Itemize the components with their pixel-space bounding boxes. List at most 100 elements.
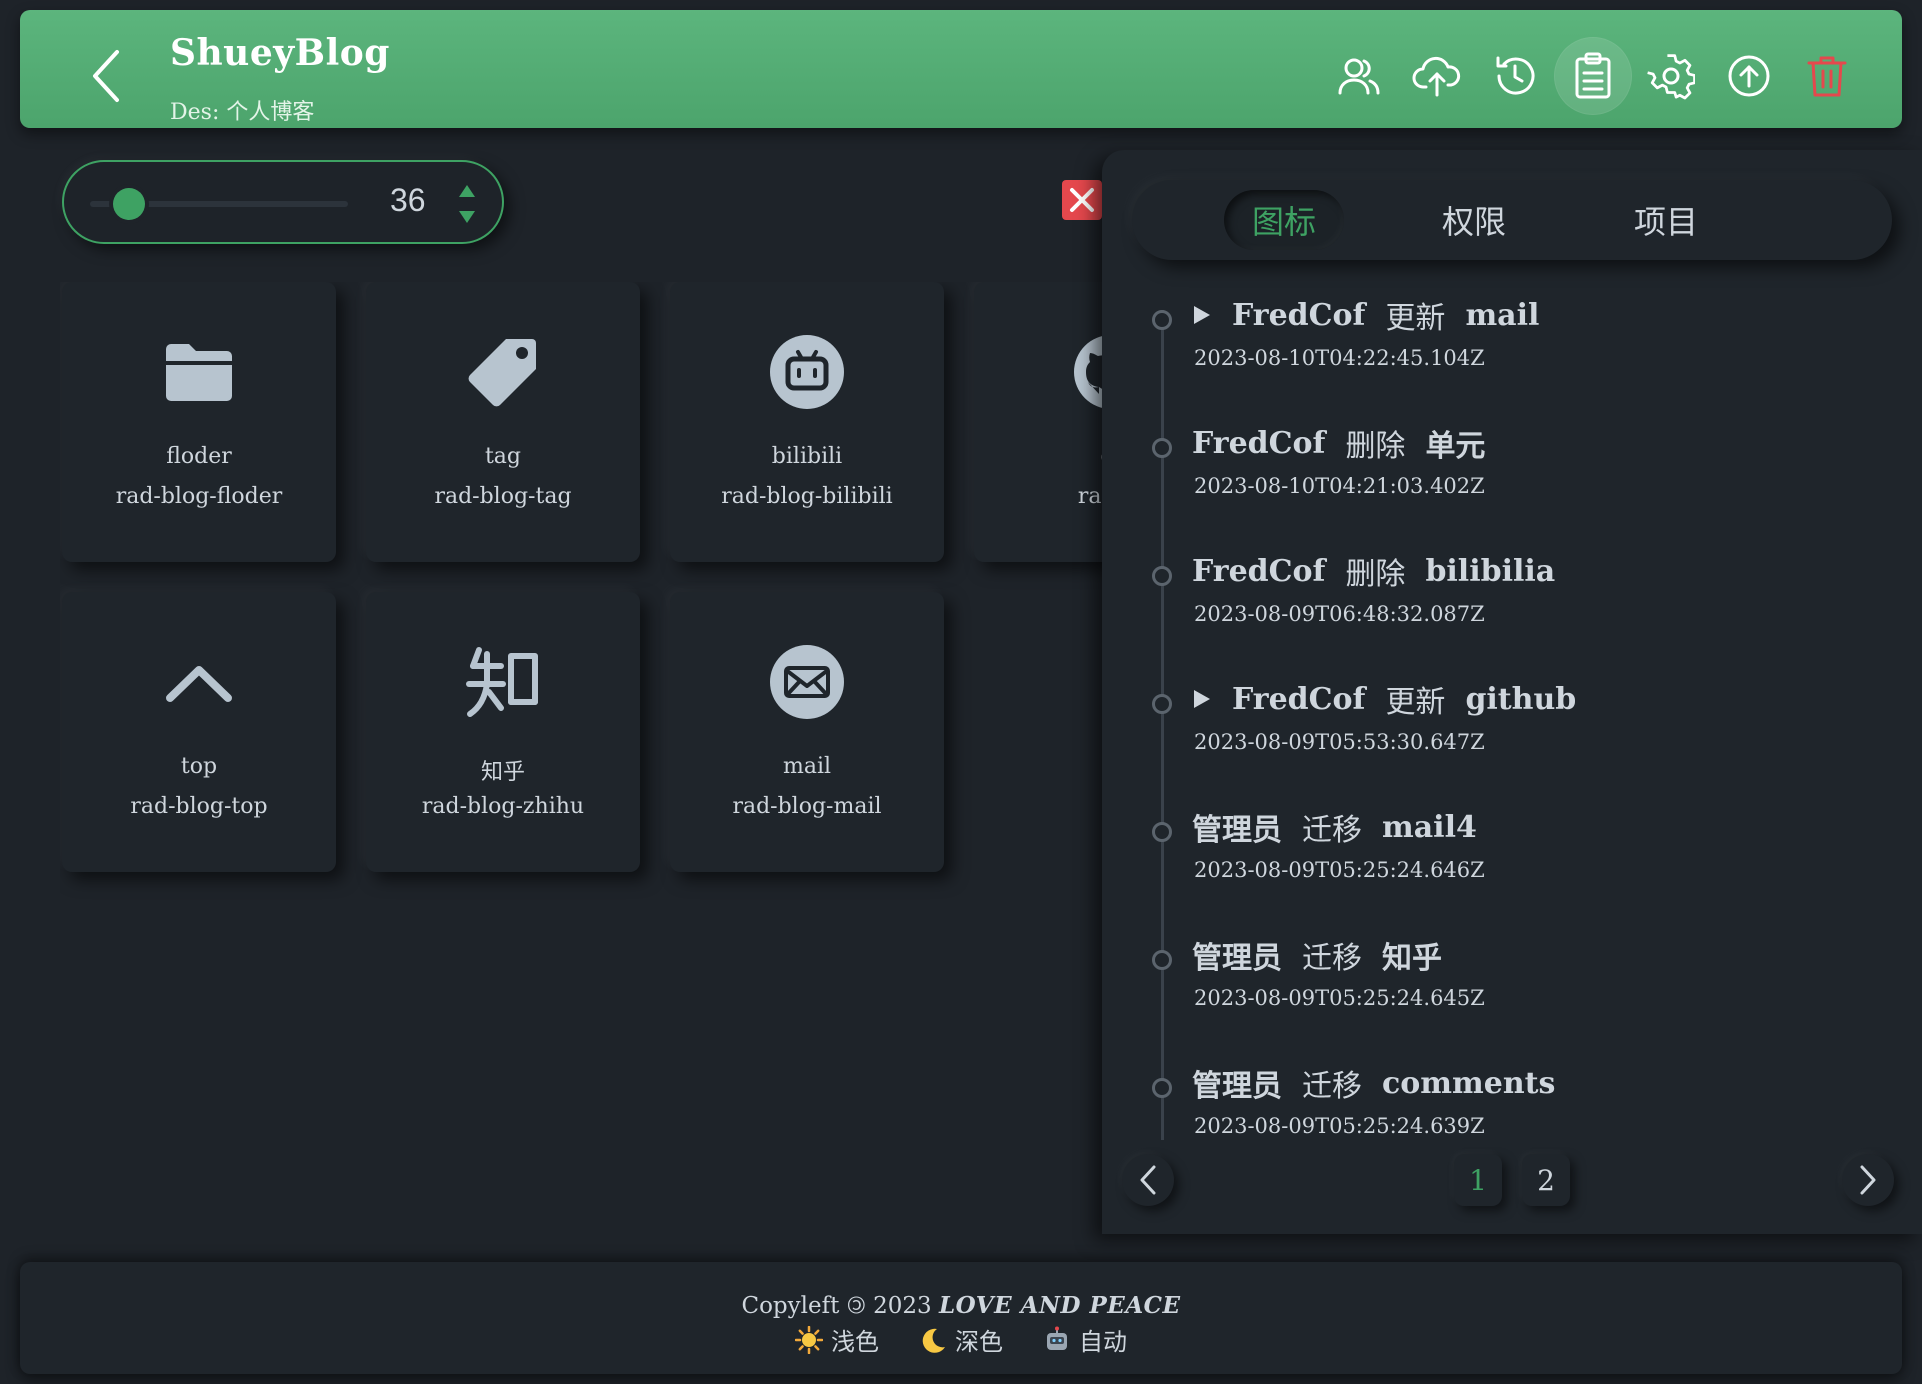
entry-user: 管理员 [1192,941,1282,976]
chevron-right-icon [1860,1165,1876,1195]
app-footer: Copyleft 🄯 2023 LOVE AND PEACE 浅色 深色 自动 [20,1262,1902,1374]
theme-dark-label: 深色 [955,1328,1003,1356]
page-description: Des: 个人博客 [170,100,315,125]
page-title: ShueyBlog [170,32,390,74]
history-entry: FredCof 删除 单元 2023-08-10T04:21:03.402Z [1102,418,1922,546]
folder-icon [166,344,232,401]
entry-timestamp: 2023-08-09T06:48:32.087Z [1194,602,1485,626]
expand-triangle-icon[interactable] [1192,688,1212,710]
panel-tabs: 图标 权限 项目 [1132,180,1892,260]
settings-button[interactable] [1632,37,1710,115]
bilibili-icon [770,335,844,409]
entry-user: FredCof [1232,681,1366,717]
clipboard-icon [1575,52,1611,99]
icon-code: rad-blog-mail [732,794,882,819]
page-button-1[interactable]: 1 [1454,1154,1502,1206]
upload-circle-icon [1728,55,1770,97]
entry-timestamp: 2023-08-09T05:25:24.645Z [1194,986,1485,1010]
entry-user: FredCof [1232,297,1366,333]
icon-card-tag[interactable]: tag rad-blog-tag [366,282,640,562]
users-button[interactable] [1320,37,1398,115]
slogan: LOVE AND PEACE [938,1292,1181,1319]
icon-code: rad-blog-top [130,794,268,819]
copyright-text: Copyleft 🄯 2023 LOVE AND PEACE [741,1292,1181,1319]
icon-code: rad-bl [1077,484,1102,509]
expand-triangle-icon[interactable] [1192,304,1212,326]
back-button[interactable] [82,46,130,106]
entry-timestamp: 2023-08-09T05:25:24.639Z [1194,1114,1485,1138]
cloud-upload-button[interactable] [1398,37,1476,115]
trash-icon [1807,56,1847,97]
entry-target: 单元 [1425,429,1486,464]
history-entry: 管理员 迁移 知乎 2023-08-09T05:25:24.645Z [1102,930,1922,1058]
icon-card-top[interactable]: top rad-blog-top [62,592,336,872]
mail-icon [770,645,844,719]
timeline-dot [1152,1078,1172,1098]
sun-icon [795,1325,823,1354]
entry-user: FredCof [1192,553,1326,589]
pager-prev-button[interactable] [1122,1154,1174,1206]
tab-projects[interactable]: 项目 [1606,190,1726,250]
icon-grid: floder rad-blog-floder tag rad-blog-tag … [60,282,1102,902]
clipboard-button[interactable] [1554,37,1632,115]
pager-next-button[interactable] [1842,1154,1894,1206]
history-button[interactable] [1476,37,1554,115]
entry-timestamp: 2023-08-10T04:21:03.402Z [1194,474,1485,498]
app-header: ShueyBlog Des: 个人博客 [20,10,1902,128]
page-button-2[interactable]: 2 [1522,1154,1570,1206]
entry-action: 更新 [1385,301,1446,336]
close-button[interactable] [1062,180,1102,220]
entry-timestamp: 2023-08-09T05:25:24.646Z [1194,858,1485,882]
entry-target: 知乎 [1382,941,1442,976]
theme-dark-button[interactable]: 深色 [919,1322,1003,1357]
slider-thumb[interactable] [112,188,145,220]
icon-size-control: 36 [62,160,504,244]
icon-card-mail[interactable]: mail rad-blog-mail [670,592,944,872]
entry-action: 迁移 [1302,1069,1362,1104]
timeline-dot [1152,310,1172,330]
entry-timestamp: 2023-08-10T04:22:45.104Z [1194,346,1485,370]
robot-icon [1047,1326,1067,1350]
timeline-dot [1152,950,1172,970]
moon-icon [922,1328,945,1353]
icon-size-stepper[interactable] [456,184,478,224]
github-icon [1074,336,1102,408]
icon-code: rad-blog-floder [115,484,283,509]
icon-code: rad-blog-bilibili [721,484,893,509]
timeline-dot [1152,822,1172,842]
icon-card-zhihu[interactable]: 知乎 rad-blog-zhihu [366,592,640,872]
theme-switcher: 浅色 深色 自动 [20,1322,1902,1357]
icon-name: mail [782,754,832,779]
triangle-up-icon[interactable] [458,184,476,198]
icon-card-bilibili[interactable]: bilibili rad-blog-bilibili [670,282,944,562]
chevron-left-icon [93,50,119,102]
entry-action: 删除 [1345,429,1406,464]
publish-button[interactable] [1710,37,1788,115]
users-icon [1338,58,1380,95]
chevron-left-icon [1140,1165,1156,1195]
cloud-upload-icon [1412,56,1461,97]
entry-target: mail [1465,297,1540,333]
icon-code: rad-blog-zhihu [421,794,585,819]
tab-permissions[interactable]: 权限 [1414,190,1534,250]
entry-target: bilibilia [1425,553,1556,589]
history-entry: FredCof 删除 bilibilia 2023-08-09T06:48:32.08… [1102,546,1922,674]
icon-name: top [180,754,218,779]
icon-card-github[interactable]: gi rad-bl [974,282,1102,562]
entry-target: github [1465,681,1577,717]
icon-card-floder[interactable]: floder rad-blog-floder [62,282,336,562]
entry-timestamp: 2023-08-09T05:53:30.647Z [1194,730,1485,754]
history-icon [1496,56,1535,95]
icon-name: tag [484,444,522,469]
theme-light-button[interactable]: 浅色 [795,1322,879,1357]
history-panel: 图标 权限 项目 FredCof 更新 mail 2023-08-10T04:22:4… [1102,150,1922,1234]
delete-button[interactable] [1788,37,1866,115]
triangle-down-icon[interactable] [458,210,476,224]
theme-auto-button[interactable]: 自动 [1043,1322,1127,1357]
entry-action: 迁移 [1302,941,1362,976]
tab-icons[interactable]: 图标 [1224,190,1344,250]
entry-action: 迁移 [1302,813,1362,848]
icon-size-value[interactable]: 36 [390,182,426,219]
history-timeline: FredCof 更新 mail 2023-08-10T04:22:45.104Z Fre… [1102,290,1922,1140]
timeline-dot [1152,694,1172,714]
